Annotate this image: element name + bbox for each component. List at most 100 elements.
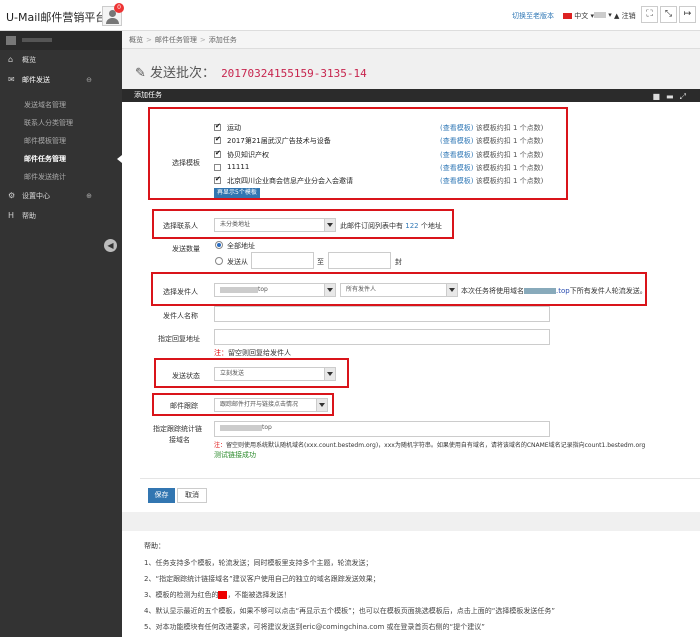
reply-input[interactable] xyxy=(214,329,550,345)
breadcrumb-tasks[interactable]: 邮件任务管理 xyxy=(155,36,197,44)
help-icon: H xyxy=(8,211,15,220)
sender-label: 选择发件人 xyxy=(163,288,198,296)
help-line-3: 3、模板的检测为红色的 ，不能被选择发送！ xyxy=(144,591,291,599)
sidebar-item-settings[interactable]: ⚙ 设置中心 ⊕ xyxy=(0,186,122,206)
help-line-1: 1、任务支持多个模板，轮流发送；同时模板里支持多个主题，轮流发送； xyxy=(144,559,373,567)
user-menu[interactable]: ▾ xyxy=(594,11,612,19)
app-title: U-Mail邮件营销平台 xyxy=(6,11,107,24)
sidebar-sub-stats[interactable]: 邮件发送统计 xyxy=(0,168,122,186)
range-from-input[interactable] xyxy=(251,252,314,269)
panel-minimize-icon[interactable]: ■ xyxy=(652,92,666,101)
top-bar: U-Mail邮件营销平台 0 切换至老版本 中文 ▾ ▾ ▲ 注销 ⛶ ⤡ ↦ xyxy=(0,0,700,31)
sender-name-input[interactable] xyxy=(214,306,550,322)
sidebar-sub-contacts[interactable]: 联系人分类管理 xyxy=(0,114,122,132)
breadcrumb-current: 添加任务 xyxy=(208,36,237,44)
send-range-radio[interactable] xyxy=(215,257,223,265)
envelope-icon: ✉ xyxy=(8,75,15,84)
sidebar-user[interactable] xyxy=(0,31,122,50)
contact-label: 选择联系人 xyxy=(163,222,198,230)
expand-icon: ⊕ xyxy=(86,192,92,200)
contact-select[interactable]: 未分类地址 xyxy=(214,218,336,232)
sidebar-sub-tasks[interactable]: 邮件任务管理 xyxy=(0,150,122,168)
sender-domain-select[interactable]: top xyxy=(214,283,336,297)
reply-note: 注：留空则回复给发件人 xyxy=(214,349,291,357)
template-checkbox-2[interactable] xyxy=(214,149,221,158)
template-name-2: 协贝知识产权 xyxy=(227,151,269,159)
send-range-label: 发送从 xyxy=(227,258,248,266)
china-flag-icon xyxy=(563,13,572,19)
help-section: 帮助： 1、任务支持多个模板，轮流发送；同时模板里支持多个主题，轮流发送； 2、… xyxy=(122,531,700,637)
sidebar-item-mail-send[interactable]: ✉ 邮件发送 ⊖ xyxy=(0,70,122,90)
notification-badge: 0 xyxy=(114,3,124,13)
shrink-icon[interactable]: ⤡ xyxy=(660,6,677,23)
view-template-link[interactable]: (查看模板) xyxy=(440,137,473,145)
language-select[interactable]: 中文 ▾ xyxy=(563,11,594,21)
sender-note: 本次任务将使用域名 .top下所有发件人轮流发送。 xyxy=(461,287,647,295)
breadcrumb: 概览 > 邮件任务管理 > 添加任务 xyxy=(122,31,700,49)
send-all-radio[interactable] xyxy=(215,241,223,249)
batch-id: 20170324155159-3135-14 xyxy=(221,67,367,80)
send-all-label: 全部地址 xyxy=(227,242,255,250)
template-checkbox-1[interactable] xyxy=(214,135,221,144)
template-meta-2: (查看模板) 该模板约扣 1 个点数) xyxy=(440,151,544,159)
template-checkbox-3[interactable] xyxy=(214,164,221,171)
template-meta-4: (查看模板) 该模板约扣 1 个点数) xyxy=(440,177,544,185)
view-template-link[interactable]: (查看模板) xyxy=(440,164,473,172)
template-meta-1: (查看模板) 该模板约扣 1 个点数) xyxy=(440,137,544,145)
track-domain-label-2: 接域名 xyxy=(169,436,190,444)
save-button[interactable]: 保存 xyxy=(148,488,175,503)
view-template-link[interactable]: (查看模板) xyxy=(440,124,473,132)
help-line-2: 2、“指定跟踪统计链接域名”建议客户使用自己的独立的域名跟踪发送效果； xyxy=(144,575,380,583)
fullscreen-icon[interactable]: ⛶ xyxy=(641,6,658,23)
help-line-4: 4、默认显示最近的五个模板，如果不够可以点击“再显示五个模板”；也可以在模板页面… xyxy=(144,607,555,615)
gear-icon: ⚙ xyxy=(8,191,16,200)
sidebar-sub-templates[interactable]: 邮件模板管理 xyxy=(0,132,122,150)
status-label: 发送状态 xyxy=(172,372,200,380)
status-select[interactable]: 立刻发送 xyxy=(214,367,336,381)
template-meta-0: (查看模板) 该模板约扣 1 个点数) xyxy=(440,124,544,132)
page-title: ✎ 发送批次： 20170324155159-3135-14 xyxy=(135,66,367,81)
breadcrumb-overview[interactable]: 概览 xyxy=(129,36,143,44)
template-name-3: 11111 xyxy=(227,163,250,171)
help-title: 帮助： xyxy=(144,542,165,550)
sidebar: ⌂ 概览 ✉ 邮件发送 ⊖ 发送域名管理 联系人分类管理 邮件模板管理 邮件任务… xyxy=(0,31,122,637)
send-count-label: 发送数量 xyxy=(172,245,200,253)
template-label: 选择模板 xyxy=(172,159,200,167)
range-to-input[interactable] xyxy=(328,252,391,269)
cancel-button[interactable]: 取消 xyxy=(177,488,207,503)
range-to-label: 至 xyxy=(317,258,324,266)
track-select[interactable]: 跟踪邮件打开与链接点击情况 xyxy=(214,398,328,412)
track-domain-label-1: 指定跟踪统计链 xyxy=(153,425,202,433)
edit-icon: ✎ xyxy=(135,66,146,81)
range-unit-label: 封 xyxy=(395,258,402,266)
contact-note: 此邮件订阅列表中有 122 个地址 xyxy=(340,222,442,230)
logout-link[interactable]: ▲ 注销 xyxy=(614,11,636,21)
sidebar-collapse-icon[interactable]: ◀ xyxy=(104,239,117,252)
collapse-icon: ⊖ xyxy=(86,76,92,84)
exit-icon[interactable]: ↦ xyxy=(679,6,696,23)
template-checkbox-4[interactable] xyxy=(214,175,221,184)
track-label: 邮件跟踪 xyxy=(170,402,198,410)
sidebar-item-help[interactable]: H 帮助 xyxy=(0,206,122,226)
template-name-1: 2017第21届武汉广告技术与设备 xyxy=(227,137,331,145)
view-template-link[interactable]: (查看模板) xyxy=(440,177,473,185)
sender-name-label: 发件人名称 xyxy=(163,312,198,320)
sidebar-item-overview[interactable]: ⌂ 概览 xyxy=(0,50,122,70)
avatar xyxy=(6,36,16,45)
test-link-status[interactable]: 测试链接成功 xyxy=(214,450,256,460)
home-icon: ⌂ xyxy=(8,55,14,64)
show-more-templates-button[interactable]: 再显示5个模板 xyxy=(214,188,260,198)
user-icon[interactable]: 0 xyxy=(102,3,124,26)
sidebar-sub-domain[interactable]: 发送域名管理 xyxy=(0,96,122,114)
template-meta-3: (查看模板) 该模板约扣 1 个点数) xyxy=(440,164,544,172)
template-name-4: 北京四川企业商会信息产业分会入会邀请 xyxy=(227,177,353,185)
panel-collapse-icon[interactable]: ▬ xyxy=(666,92,680,101)
template-checkbox-0[interactable] xyxy=(214,122,221,131)
template-name-0: 运动 xyxy=(227,124,241,132)
help-line-5: 5、对本功能模块有任何改进要求，可将建议发送到eric@comingchina.… xyxy=(144,623,485,631)
panel-fullscreen-icon[interactable]: ⤢ xyxy=(680,92,692,101)
sender-select[interactable]: 所有发件人 xyxy=(340,283,458,297)
switch-old-version-link[interactable]: 切换至老版本 xyxy=(512,11,554,21)
view-template-link[interactable]: (查看模板) xyxy=(440,151,473,159)
track-domain-input[interactable]: top xyxy=(214,421,550,437)
